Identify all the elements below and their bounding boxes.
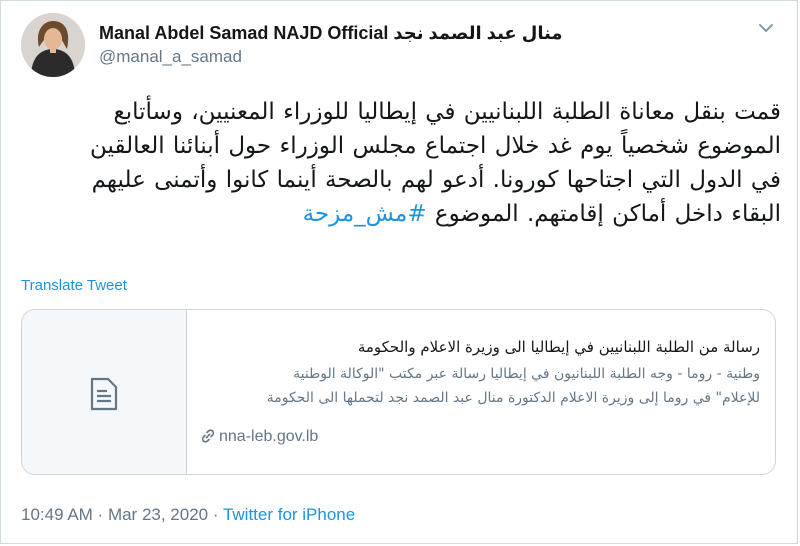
avatar[interactable] — [21, 13, 85, 77]
chevron-down-icon[interactable] — [755, 17, 777, 39]
document-icon — [90, 377, 118, 411]
tweet-card: Manal Abdel Samad NAJD Official منال عبد… — [0, 0, 798, 544]
meta-separator: · — [92, 505, 108, 524]
tweet-metadata: 10:49 AM · Mar 23, 2020 · Twitter for iP… — [21, 505, 355, 525]
card-domain: nna-leb.gov.lb — [200, 428, 318, 446]
link-preview-card[interactable]: رسالة من الطلبة اللبنانيين في إيطاليا ال… — [21, 309, 776, 475]
tweet-text-line: الموضوع شخصياً يوم غد خلال اجتماع مجلس ا… — [90, 133, 781, 159]
card-description: وطنية - روما - وجه الطلبة اللبنانيون في … — [200, 362, 760, 410]
card-description-line: وطنية - روما - وجه الطلبة اللبنانيون في … — [293, 366, 760, 382]
hashtag-link[interactable]: #مش_مزحة — [303, 201, 427, 227]
card-domain-text: nna-leb.gov.lb — [219, 428, 319, 445]
card-title: رسالة من الطلبة اللبنانيين في إيطاليا ال… — [357, 338, 760, 356]
translate-tweet-link[interactable]: Translate Tweet — [21, 277, 127, 294]
card-description-line: للإعلام" في روما إلى وزيرة الاعلام الدكت… — [266, 390, 760, 406]
tweet-text-fragment: البقاء داخل أماكن إقامتهم. الموضوع — [426, 201, 781, 227]
tweet-text-line-last: البقاء داخل أماكن إقامتهم. الموضوع #مش_م… — [21, 197, 781, 231]
display-name[interactable]: Manal Abdel Samad NAJD Official منال عبد… — [99, 23, 563, 44]
link-icon — [201, 429, 215, 443]
tweet-date[interactable]: Mar 23, 2020 — [108, 505, 208, 524]
card-content: رسالة من الطلبة اللبنانيين في إيطاليا ال… — [200, 338, 760, 410]
tweet-source-link[interactable]: Twitter for iPhone — [223, 505, 355, 524]
user-handle[interactable]: @manal_a_samad — [99, 47, 242, 67]
meta-separator: · — [208, 505, 223, 524]
tweet-text-line: في الدول التي اجتاحها كورونا. أدعو لهم ب… — [91, 167, 781, 193]
tweet-time[interactable]: 10:49 AM — [21, 505, 93, 524]
tweet-text: قمت بنقل معاناة الطلبة اللبنانيين في إيط… — [21, 95, 781, 231]
tweet-text-line: قمت بنقل معاناة الطلبة اللبنانيين في إيط… — [113, 99, 782, 125]
card-thumbnail — [22, 310, 187, 474]
